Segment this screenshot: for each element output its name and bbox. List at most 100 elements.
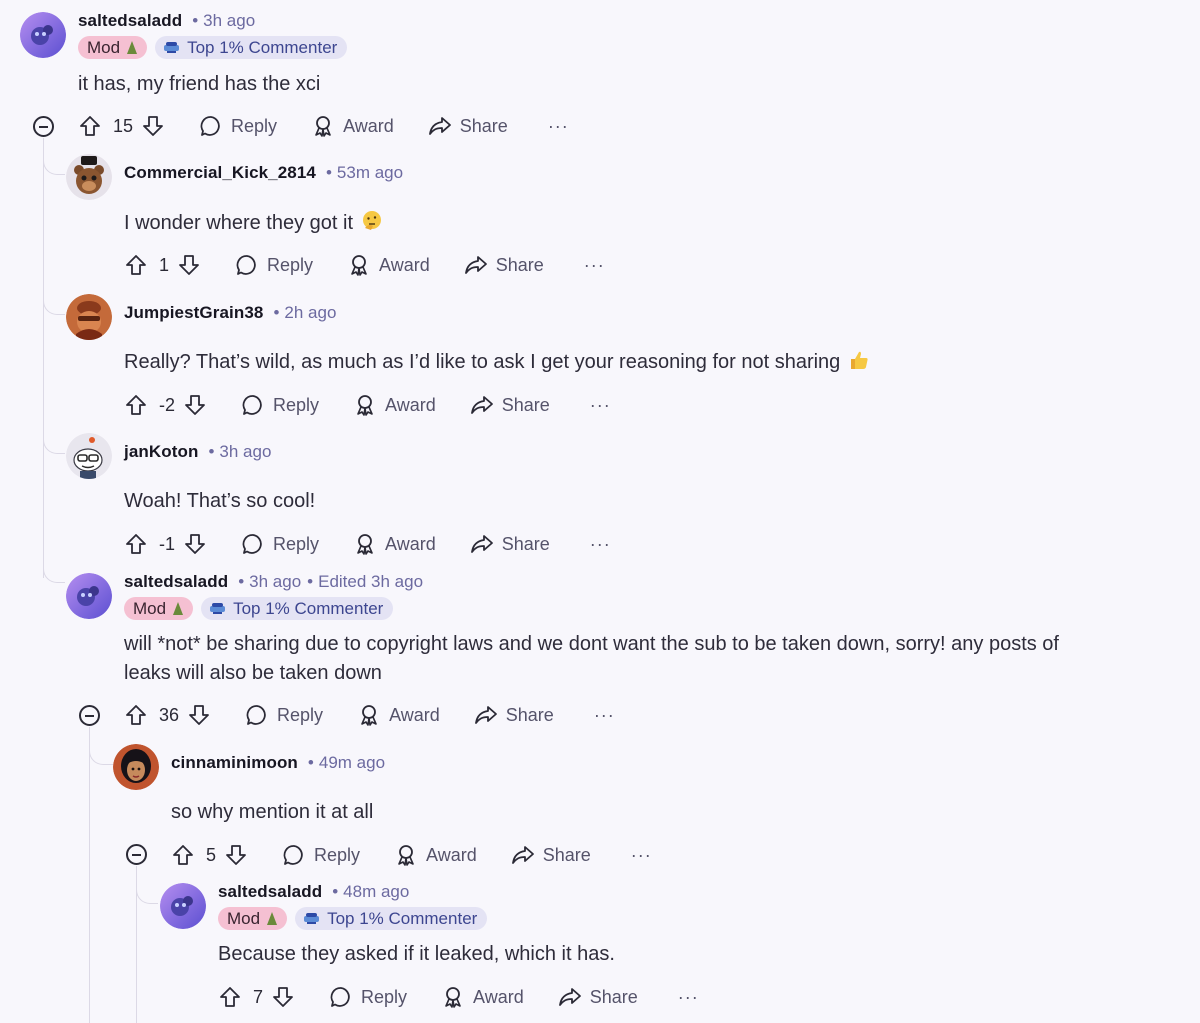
timestamp[interactable]: • 3h ago: [192, 11, 255, 31]
downvote-icon[interactable]: [224, 843, 248, 867]
reply-label[interactable]: Reply: [273, 395, 319, 416]
award-button[interactable]: Award: [441, 985, 524, 1009]
award-button[interactable]: Award: [347, 253, 430, 277]
username[interactable]: Commercial_Kick_2814: [124, 163, 316, 183]
avatar[interactable]: [113, 744, 159, 790]
more-options-button[interactable]: ···: [678, 987, 699, 1008]
timestamp[interactable]: • 49m ago: [308, 753, 385, 773]
share-button[interactable]: Share: [470, 393, 550, 417]
award-label[interactable]: Award: [473, 987, 524, 1008]
thread-connector: [43, 295, 65, 315]
collapse-thread-button[interactable]: [79, 705, 100, 726]
downvote-icon[interactable]: [141, 114, 165, 138]
downvote-icon[interactable]: [183, 393, 207, 417]
timestamp-text[interactable]: 48m ago: [343, 882, 409, 901]
reply-button[interactable]: Reply: [282, 843, 360, 867]
award-button[interactable]: Award: [394, 843, 477, 867]
share-button[interactable]: Share: [464, 253, 544, 277]
share-label[interactable]: Share: [502, 395, 550, 416]
share-label[interactable]: Share: [590, 987, 638, 1008]
username[interactable]: janKoton: [124, 442, 198, 462]
award-button[interactable]: Award: [353, 532, 436, 556]
downvote-icon[interactable]: [177, 253, 201, 277]
reply-button[interactable]: Reply: [245, 703, 323, 727]
timestamp[interactable]: • 3h ago: [208, 442, 271, 462]
award-button[interactable]: Award: [357, 703, 440, 727]
more-options-button[interactable]: ···: [631, 845, 652, 866]
downvote-icon[interactable]: [183, 532, 207, 556]
share-button[interactable]: Share: [428, 114, 508, 138]
award-label[interactable]: Award: [385, 395, 436, 416]
avatar[interactable]: [66, 294, 112, 340]
more-options-button[interactable]: ···: [548, 116, 569, 137]
downvote-icon[interactable]: [271, 985, 295, 1009]
award-label[interactable]: Award: [343, 116, 394, 137]
timestamp-text[interactable]: 49m ago: [319, 753, 385, 772]
timestamp-text[interactable]: 3h ago: [249, 572, 301, 591]
upvote-icon[interactable]: [124, 703, 148, 727]
more-options-button[interactable]: ···: [590, 395, 611, 416]
share-button[interactable]: Share: [511, 843, 591, 867]
upvote-icon[interactable]: [124, 253, 148, 277]
timestamp[interactable]: • 3h ago: [238, 572, 301, 592]
avatar[interactable]: [66, 573, 112, 619]
reply-button[interactable]: Reply: [241, 393, 319, 417]
upvote-icon[interactable]: [218, 985, 242, 1009]
award-label[interactable]: Award: [385, 534, 436, 555]
upvote-icon[interactable]: [124, 532, 148, 556]
collapse-thread-button[interactable]: [33, 116, 54, 137]
username[interactable]: saltedsaladd: [218, 882, 322, 902]
share-button[interactable]: Share: [470, 532, 550, 556]
upvote-icon[interactable]: [171, 843, 195, 867]
collapse-thread-button[interactable]: [126, 844, 147, 865]
reply-button[interactable]: Reply: [241, 532, 319, 556]
thread-rail[interactable]: [43, 138, 44, 578]
reply-button[interactable]: Reply: [199, 114, 277, 138]
award-label[interactable]: Award: [389, 705, 440, 726]
share-label[interactable]: Share: [543, 845, 591, 866]
username[interactable]: saltedsaladd: [124, 572, 228, 592]
timestamp-text[interactable]: 3h ago: [219, 442, 271, 461]
reply-label[interactable]: Reply: [277, 705, 323, 726]
share-button[interactable]: Share: [474, 703, 554, 727]
thumbs-up-emoji-icon: [851, 351, 868, 369]
reply-button[interactable]: Reply: [329, 985, 407, 1009]
avatar[interactable]: [66, 154, 112, 200]
timestamp-text[interactable]: 53m ago: [337, 163, 403, 182]
timestamp-text[interactable]: 3h ago: [203, 11, 255, 30]
downvote-icon[interactable]: [187, 703, 211, 727]
username[interactable]: JumpiestGrain38: [124, 303, 263, 323]
upvote-icon[interactable]: [78, 114, 102, 138]
vote-group: 5: [171, 843, 248, 867]
share-button[interactable]: Share: [558, 985, 638, 1009]
share-label[interactable]: Share: [460, 116, 508, 137]
share-label[interactable]: Share: [496, 255, 544, 276]
more-options-button[interactable]: ···: [584, 255, 605, 276]
share-label[interactable]: Share: [506, 705, 554, 726]
timestamp-text[interactable]: 2h ago: [284, 303, 336, 322]
award-label[interactable]: Award: [426, 845, 477, 866]
thread-rail[interactable]: [89, 727, 90, 1023]
upvote-icon[interactable]: [124, 393, 148, 417]
timestamp[interactable]: • 48m ago: [332, 882, 409, 902]
timestamp[interactable]: • 2h ago: [273, 303, 336, 323]
more-options-button[interactable]: ···: [590, 534, 611, 555]
avatar[interactable]: [66, 433, 112, 479]
reply-label[interactable]: Reply: [273, 534, 319, 555]
share-label[interactable]: Share: [502, 534, 550, 555]
timestamp[interactable]: • 53m ago: [326, 163, 403, 183]
award-label[interactable]: Award: [379, 255, 430, 276]
award-button[interactable]: Award: [311, 114, 394, 138]
more-options-button[interactable]: ···: [594, 705, 615, 726]
reply-label[interactable]: Reply: [231, 116, 277, 137]
award-button[interactable]: Award: [353, 393, 436, 417]
reply-label[interactable]: Reply: [361, 987, 407, 1008]
reply-label[interactable]: Reply: [267, 255, 313, 276]
reply-label[interactable]: Reply: [314, 845, 360, 866]
username[interactable]: saltedsaladd: [78, 11, 182, 31]
reply-button[interactable]: Reply: [235, 253, 313, 277]
avatar[interactable]: [160, 883, 206, 929]
username[interactable]: cinnaminimoon: [171, 753, 298, 773]
vote-score: -1: [159, 533, 176, 554]
avatar[interactable]: [20, 12, 66, 58]
